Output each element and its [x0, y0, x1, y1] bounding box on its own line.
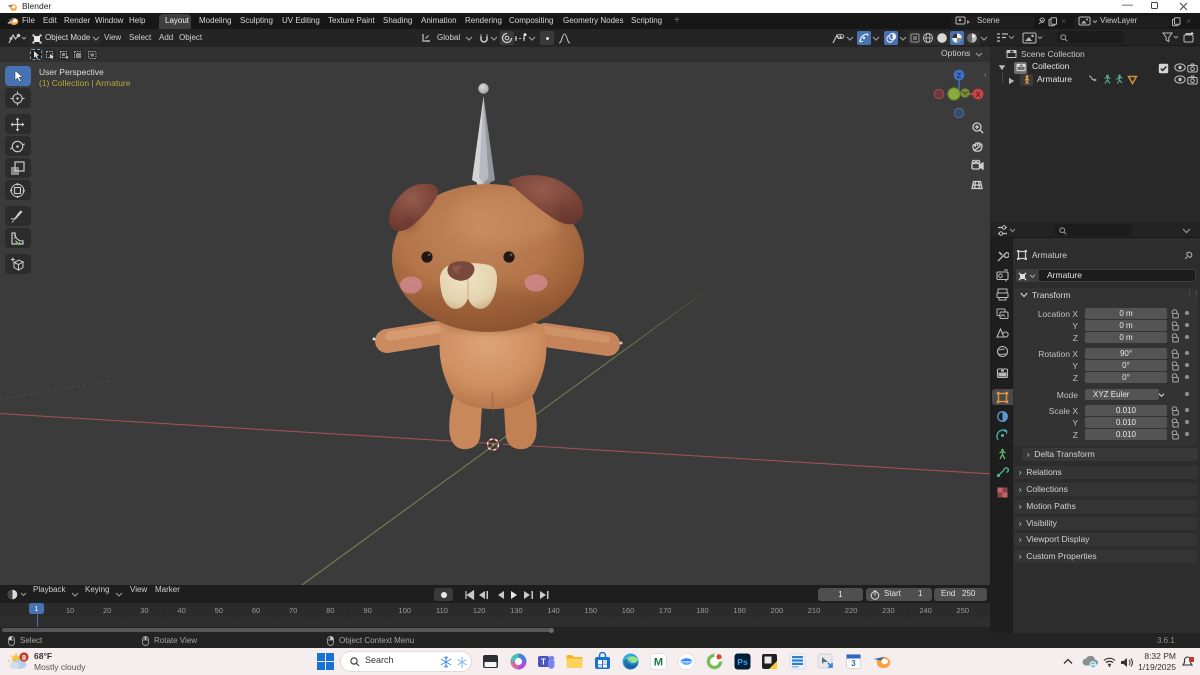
- svg-text:Ps: Ps: [737, 657, 748, 667]
- svg-text:X: X: [976, 92, 981, 99]
- svg-text:zoom: zoom: [681, 659, 692, 664]
- svg-text:8: 8: [22, 653, 26, 662]
- svg-text:3: 3: [851, 659, 856, 668]
- svg-text:M: M: [654, 657, 663, 669]
- svg-text:T: T: [541, 658, 546, 667]
- svg-text:Z: Z: [957, 73, 962, 80]
